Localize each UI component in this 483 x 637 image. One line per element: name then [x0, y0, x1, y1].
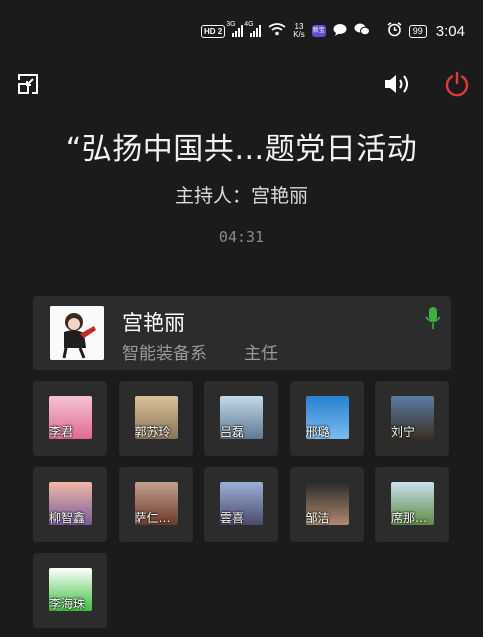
- participant-name: 邢璐: [305, 425, 330, 439]
- participant-name: 柳智鑫: [49, 511, 86, 525]
- network-speed: 13 K/s: [293, 22, 305, 39]
- participant-tile[interactable]: 吕磊: [204, 381, 278, 456]
- participant-name: 李海珠: [49, 597, 86, 611]
- host-name: 宫艳丽: [122, 311, 185, 335]
- participant-tile[interactable]: 刘宁: [375, 381, 449, 456]
- power-icon[interactable]: [444, 71, 470, 97]
- signal-icon: 3G: [226, 21, 244, 37]
- clock: 3:04: [435, 22, 465, 40]
- battery-icon: 99: [408, 24, 427, 38]
- participant-tile[interactable]: 邹洁: [289, 467, 364, 542]
- participant-tile[interactable]: 萨仁…: [118, 467, 193, 542]
- alarm-icon: [387, 22, 402, 40]
- host-line: 主持人：宫艳丽: [174, 185, 308, 207]
- microphone-icon[interactable]: [425, 306, 441, 330]
- host-role: 主任: [244, 344, 278, 364]
- participant-name: 刘宁: [391, 425, 416, 439]
- wifi-icon: [268, 23, 286, 39]
- chat-bubble-icon: [333, 23, 347, 39]
- app-notification-icon: 新宝: [311, 25, 326, 37]
- participant-name: 吕磊: [220, 425, 245, 439]
- status-bar: HD 2 3G 4G 13 K/s 新宝 99 3:04: [0, 18, 483, 44]
- host-card[interactable]: 宫艳丽 智能装备系 主任: [33, 296, 451, 370]
- participant-tile[interactable]: 李海珠: [33, 553, 107, 628]
- participant-name: 雲喜: [220, 511, 245, 525]
- participant-tile[interactable]: 席那…: [375, 467, 449, 542]
- wechat-icon: [354, 23, 370, 39]
- participant-name: 郭苏玲: [134, 425, 171, 439]
- hd-badge: HD 2: [200, 24, 226, 38]
- participant-tile[interactable]: 柳智鑫: [33, 467, 107, 542]
- host-department: 智能装备系: [122, 344, 207, 364]
- meeting-title: “弘扬中国共…题党日活动: [65, 132, 418, 167]
- participant-name: 邹洁: [305, 511, 330, 525]
- speaker-icon[interactable]: [383, 72, 411, 96]
- minimize-window-icon[interactable]: [16, 72, 40, 96]
- avatar: [50, 306, 104, 360]
- elapsed-time: 04:31: [218, 228, 265, 246]
- participant-name: 李君: [49, 425, 74, 439]
- signal-icon: 4G: [244, 21, 262, 37]
- participant-tile[interactable]: 雲喜: [204, 467, 278, 542]
- participant-name: 席那…: [391, 511, 428, 525]
- participant-tile[interactable]: 郭苏玲: [118, 381, 193, 456]
- participant-name: 萨仁…: [134, 511, 171, 525]
- participant-tile[interactable]: 李君: [33, 381, 107, 456]
- participant-tile[interactable]: 邢璐: [289, 381, 364, 456]
